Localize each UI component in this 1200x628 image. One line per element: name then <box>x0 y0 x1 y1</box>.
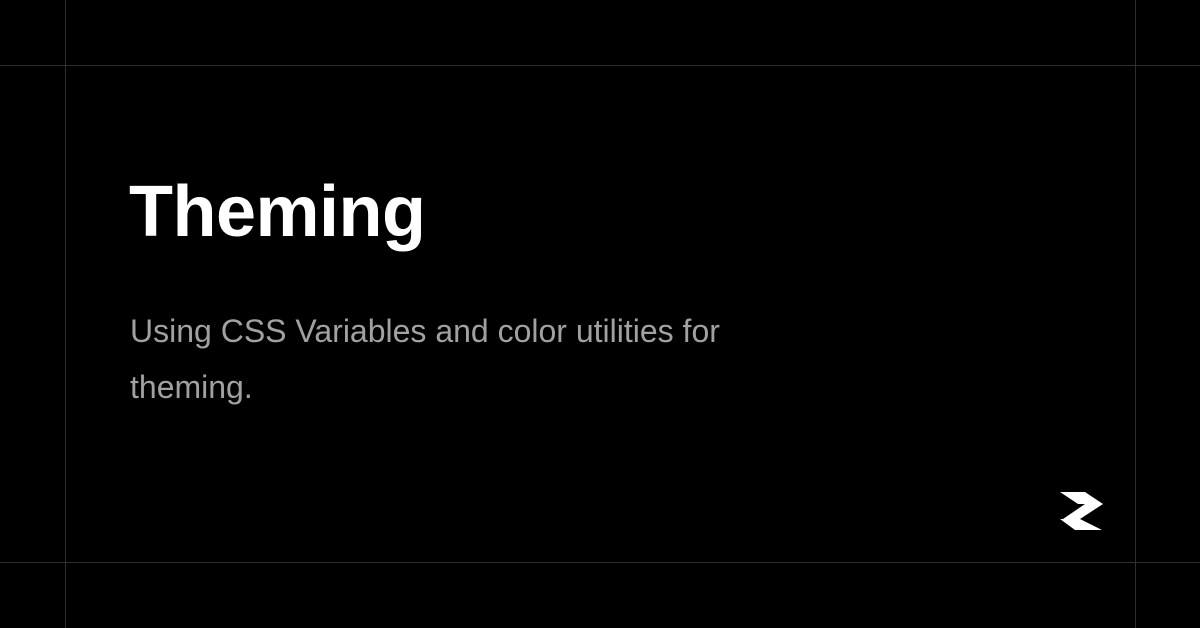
page-title: Theming <box>129 172 426 252</box>
grid-line-left <box>65 0 66 628</box>
brand-logo-icon <box>1060 492 1103 530</box>
page-description: Using CSS Variables and color utilities … <box>130 313 720 405</box>
grid-line-top <box>0 65 1200 66</box>
grid-line-bottom <box>0 562 1200 563</box>
grid-line-right <box>1135 0 1136 628</box>
og-card: Theming Using CSS Variables and color ut… <box>0 0 1200 628</box>
